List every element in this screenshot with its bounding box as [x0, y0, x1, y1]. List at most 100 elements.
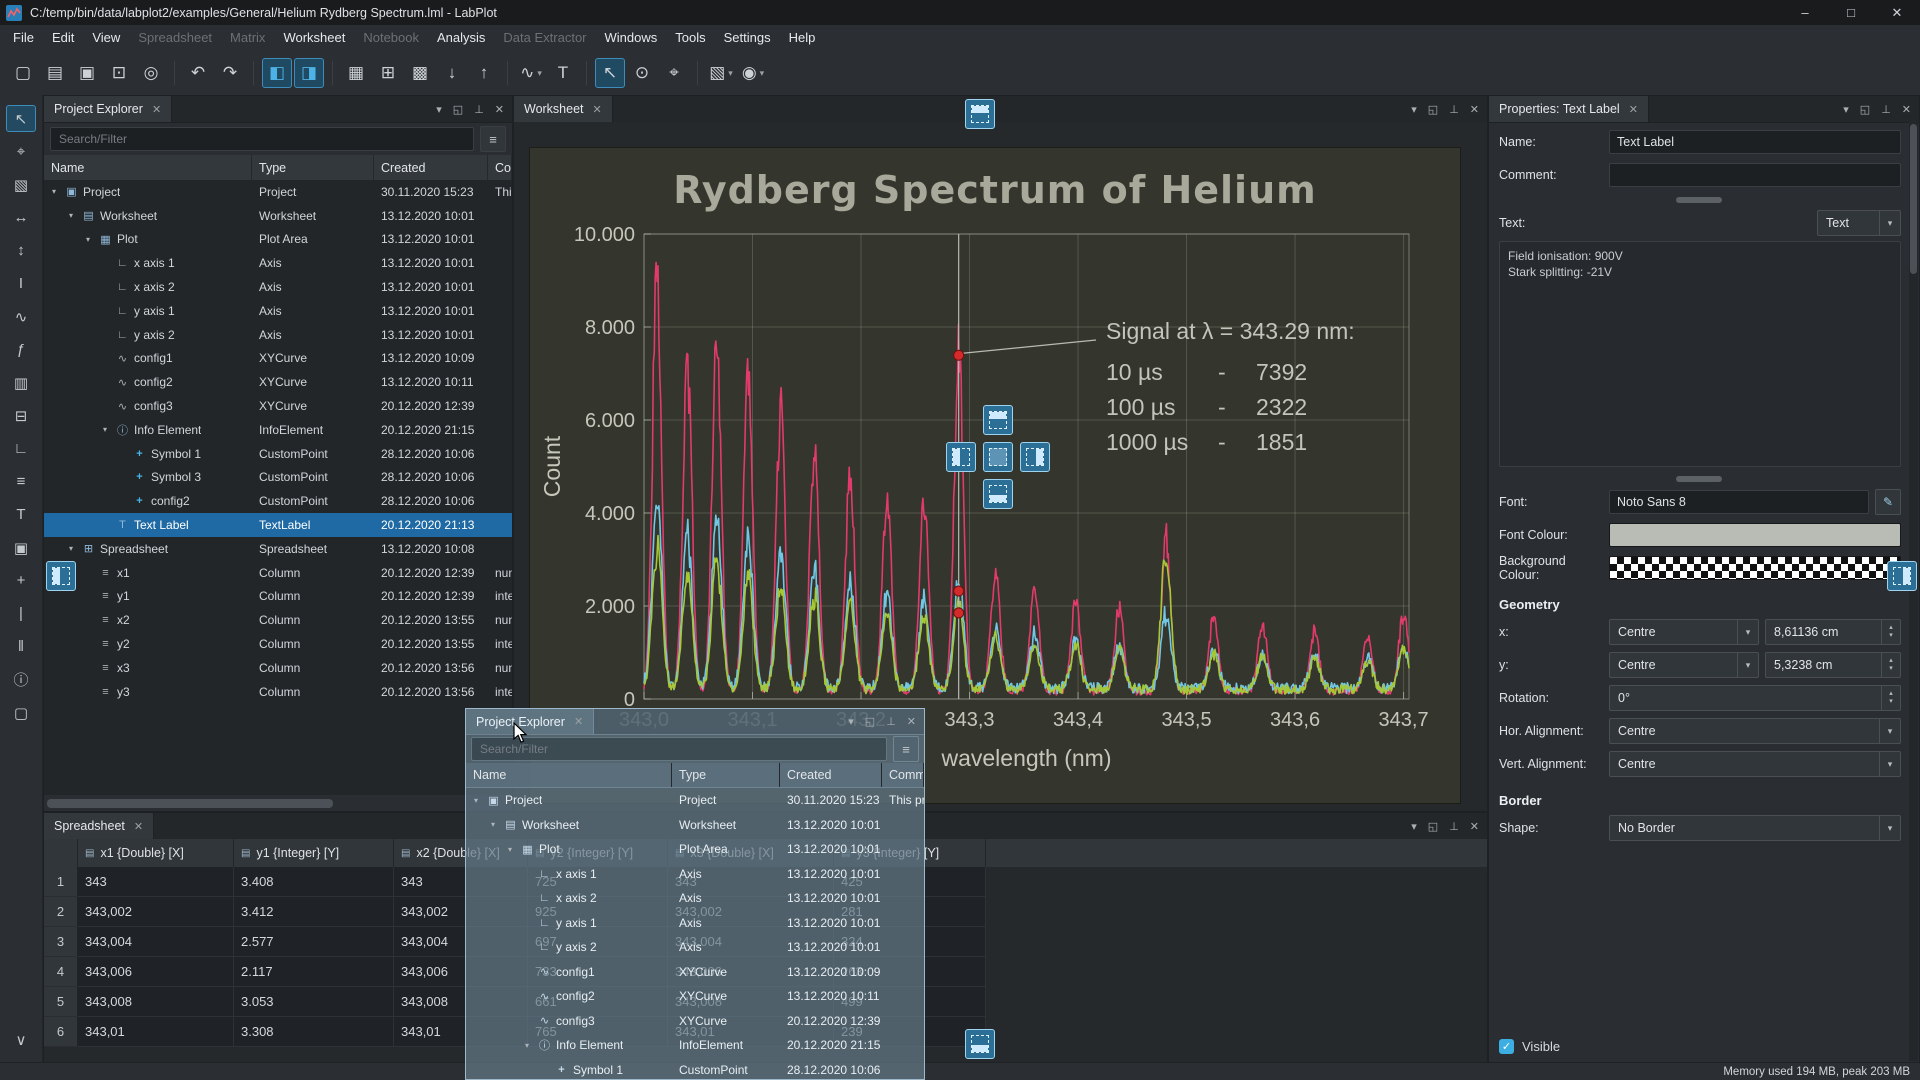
- ghost-tree-item-x-axis-2[interactable]: ∟x axis 2Axis13.12.2020 10:01: [466, 886, 924, 911]
- dock-pin-icon[interactable]: ⊥: [1449, 103, 1459, 116]
- spin-arrows-icon[interactable]: ▴▾: [1881, 620, 1900, 644]
- expander-icon[interactable]: ▾: [487, 820, 499, 829]
- menu-help[interactable]: Help: [780, 25, 825, 51]
- tree-item-y1[interactable]: ≡y1Column20.12.2020 12:39integer da: [44, 585, 512, 609]
- ghost-tree-item-config2[interactable]: ∿config2XYCurve13.12.2020 10:11: [466, 984, 924, 1009]
- row-number[interactable]: 5: [44, 987, 78, 1017]
- column-header-x1-double-x[interactable]: ▤x1 {Double} [X]: [78, 839, 234, 867]
- ghost-tree-item-symbol-1[interactable]: +Symbol 1CustomPoint28.12.2020 10:06: [466, 1058, 924, 1080]
- zoom-mode-button[interactable]: ⌖: [659, 58, 689, 88]
- import-data-button[interactable]: ↓: [437, 58, 467, 88]
- name-field[interactable]: [1609, 130, 1901, 154]
- tab-worksheet[interactable]: Worksheet ✕: [514, 96, 613, 122]
- expander-icon[interactable]: ▾: [470, 796, 482, 805]
- add-reference-line-button[interactable]: |: [6, 600, 36, 627]
- info-element-label[interactable]: Signal at λ = 343.29 nm: 10 µs-7392100 µ…: [1106, 318, 1355, 456]
- shift-select-button[interactable]: ◉▾: [738, 58, 768, 88]
- column-header-type[interactable]: Type: [252, 155, 374, 181]
- tree-item-symbol-1[interactable]: +Symbol 1CustomPoint28.12.2020 10:06: [44, 442, 512, 466]
- menu-edit[interactable]: Edit: [43, 25, 83, 51]
- save-project-button[interactable]: ▣: [72, 58, 102, 88]
- tree-item-text-label[interactable]: TText LabelTextLabel20.12.2020 21:13: [44, 513, 512, 537]
- dock-float-icon[interactable]: ◱: [1428, 103, 1438, 116]
- tree-item-x3[interactable]: ≡x3Column20.12.2020 13:56numerical: [44, 656, 512, 680]
- undo-button[interactable]: ↶: [183, 58, 213, 88]
- drop-indicator-left-2[interactable]: [46, 561, 76, 591]
- dock-menu-icon[interactable]: ▾: [436, 103, 442, 116]
- font-picker-button[interactable]: ✎: [1875, 489, 1901, 515]
- y-position-combo[interactable]: Centre ▾: [1609, 652, 1759, 678]
- menu-spreadsheet[interactable]: Spreadsheet: [129, 25, 221, 51]
- scrollbar-thumb[interactable]: [47, 799, 333, 808]
- drop-indicator-left-5[interactable]: [946, 442, 976, 472]
- print-button[interactable]: ⊡: [104, 58, 134, 88]
- ghost-tree-item-project[interactable]: ▾▣ProjectProject30.11.2020 15:23This pro…: [466, 788, 924, 813]
- dock-menu-icon[interactable]: ▾: [1411, 103, 1417, 116]
- font-colour-swatch[interactable]: [1609, 523, 1901, 547]
- new-spreadsheet-button[interactable]: ⊞: [373, 58, 403, 88]
- expander-icon[interactable]: ▾: [504, 845, 516, 854]
- add-boxplot-button[interactable]: ⊟: [6, 402, 36, 429]
- menu-data-extractor[interactable]: Data Extractor: [494, 25, 595, 51]
- x-offset-spinbox[interactable]: 8,61136 cm ▴▾: [1765, 619, 1901, 645]
- column-header-name[interactable]: Name: [44, 155, 252, 181]
- minimize-button[interactable]: –: [1782, 0, 1828, 25]
- drop-indicator-center-4[interactable]: [983, 442, 1013, 472]
- close-icon[interactable]: ✕: [152, 103, 161, 116]
- crosshair-button[interactable]: ⌖: [6, 138, 36, 165]
- tree-item-y2[interactable]: ≡y2Column20.12.2020 13:55integer da: [44, 632, 512, 656]
- zoom-selection-button[interactable]: ▧: [6, 171, 36, 198]
- checkbox-checked-icon[interactable]: [1499, 1039, 1514, 1054]
- dock-float-icon[interactable]: ◱: [865, 715, 875, 728]
- drop-indicator-top-0[interactable]: [965, 99, 995, 129]
- drop-indicator-right-3[interactable]: [1887, 561, 1917, 591]
- ghost-tree-item-config3[interactable]: ∿config3XYCurve20.12.2020 12:39: [466, 1009, 924, 1034]
- menu-notebook[interactable]: Notebook: [354, 25, 428, 51]
- tree-item-x1[interactable]: ≡x1Column20.12.2020 12:39numerical: [44, 561, 512, 585]
- add-custom-point-button[interactable]: +: [6, 567, 36, 594]
- add-text-button[interactable]: T: [6, 501, 36, 528]
- close-icon[interactable]: ✕: [574, 715, 583, 728]
- tree-item-config3[interactable]: ∿config3XYCurve20.12.2020 12:39: [44, 394, 512, 418]
- rotation-spinbox[interactable]: 0° ▴▾: [1609, 685, 1901, 711]
- dock-pin-icon[interactable]: ⊥: [1881, 103, 1891, 116]
- add-formula-curve-button[interactable]: ƒ: [6, 336, 36, 363]
- maximize-button[interactable]: □: [1828, 0, 1874, 25]
- expander-icon[interactable]: ▾: [521, 1041, 533, 1050]
- menu-worksheet[interactable]: Worksheet: [274, 25, 354, 51]
- sheet-cell[interactable]: 343: [78, 867, 234, 897]
- menu-windows[interactable]: Windows: [596, 25, 667, 51]
- add-curve-button[interactable]: ∿: [6, 303, 36, 330]
- new-worksheet-button[interactable]: ▦: [341, 58, 371, 88]
- menu-settings[interactable]: Settings: [715, 25, 780, 51]
- dock-float-icon[interactable]: ◱: [1860, 103, 1870, 116]
- close-icon[interactable]: ✕: [1629, 103, 1638, 116]
- horizontal-scrollbar[interactable]: [47, 799, 509, 808]
- ghost-tree-item-x-axis-1[interactable]: ∟x axis 1Axis13.12.2020 10:01: [466, 862, 924, 887]
- zoom-select-button[interactable]: ▧▾: [706, 58, 736, 88]
- add-axis-button[interactable]: ∟: [6, 435, 36, 462]
- column-header-type[interactable]: Type: [672, 763, 780, 787]
- toggle-project-explorer-button[interactable]: ◧: [262, 58, 292, 88]
- ghost-tree-item-y-axis-1[interactable]: ∟y axis 1Axis13.12.2020 10:01: [466, 911, 924, 936]
- floating-project-explorer[interactable]: Project Explorer ✕ ▾◱⊥✕ ≡ NameTypeCreate…: [465, 708, 925, 1080]
- sheet-cell[interactable]: 3.308: [234, 1017, 394, 1047]
- ghost-tree-item-plot[interactable]: ▾▦PlotPlot Area13.12.2020 10:01: [466, 837, 924, 862]
- new-project-button[interactable]: ▢: [8, 58, 38, 88]
- add-legend-button[interactable]: ≡: [6, 468, 36, 495]
- hor-alignment-combo[interactable]: Centre ▾: [1609, 718, 1901, 744]
- x-position-combo[interactable]: Centre ▾: [1609, 619, 1759, 645]
- row-number[interactable]: 1: [44, 867, 78, 897]
- scrollbar-thumb[interactable]: [1910, 124, 1917, 274]
- tree-item-y-axis-1[interactable]: ∟y axis 1Axis13.12.2020 10:01: [44, 299, 512, 323]
- expander-icon[interactable]: ▾: [48, 187, 60, 196]
- drop-indicator-top-7[interactable]: [983, 405, 1013, 435]
- menu-view[interactable]: View: [83, 25, 129, 51]
- tree-item-project[interactable]: ▾▣ProjectProject30.11.2020 15:23This pro…: [44, 180, 512, 204]
- text-content-editor[interactable]: Field ionisation: 900V Stark splitting: …: [1499, 241, 1901, 467]
- menu-file[interactable]: File: [4, 25, 43, 51]
- menu-analysis[interactable]: Analysis: [428, 25, 494, 51]
- filter-options-button[interactable]: ≡: [480, 126, 506, 152]
- tree-item-info-element[interactable]: ▾ⓘInfo ElementInfoElement20.12.2020 21:1…: [44, 418, 512, 442]
- ghost-tree-item-y-axis-2[interactable]: ∟y axis 2Axis13.12.2020 10:01: [466, 935, 924, 960]
